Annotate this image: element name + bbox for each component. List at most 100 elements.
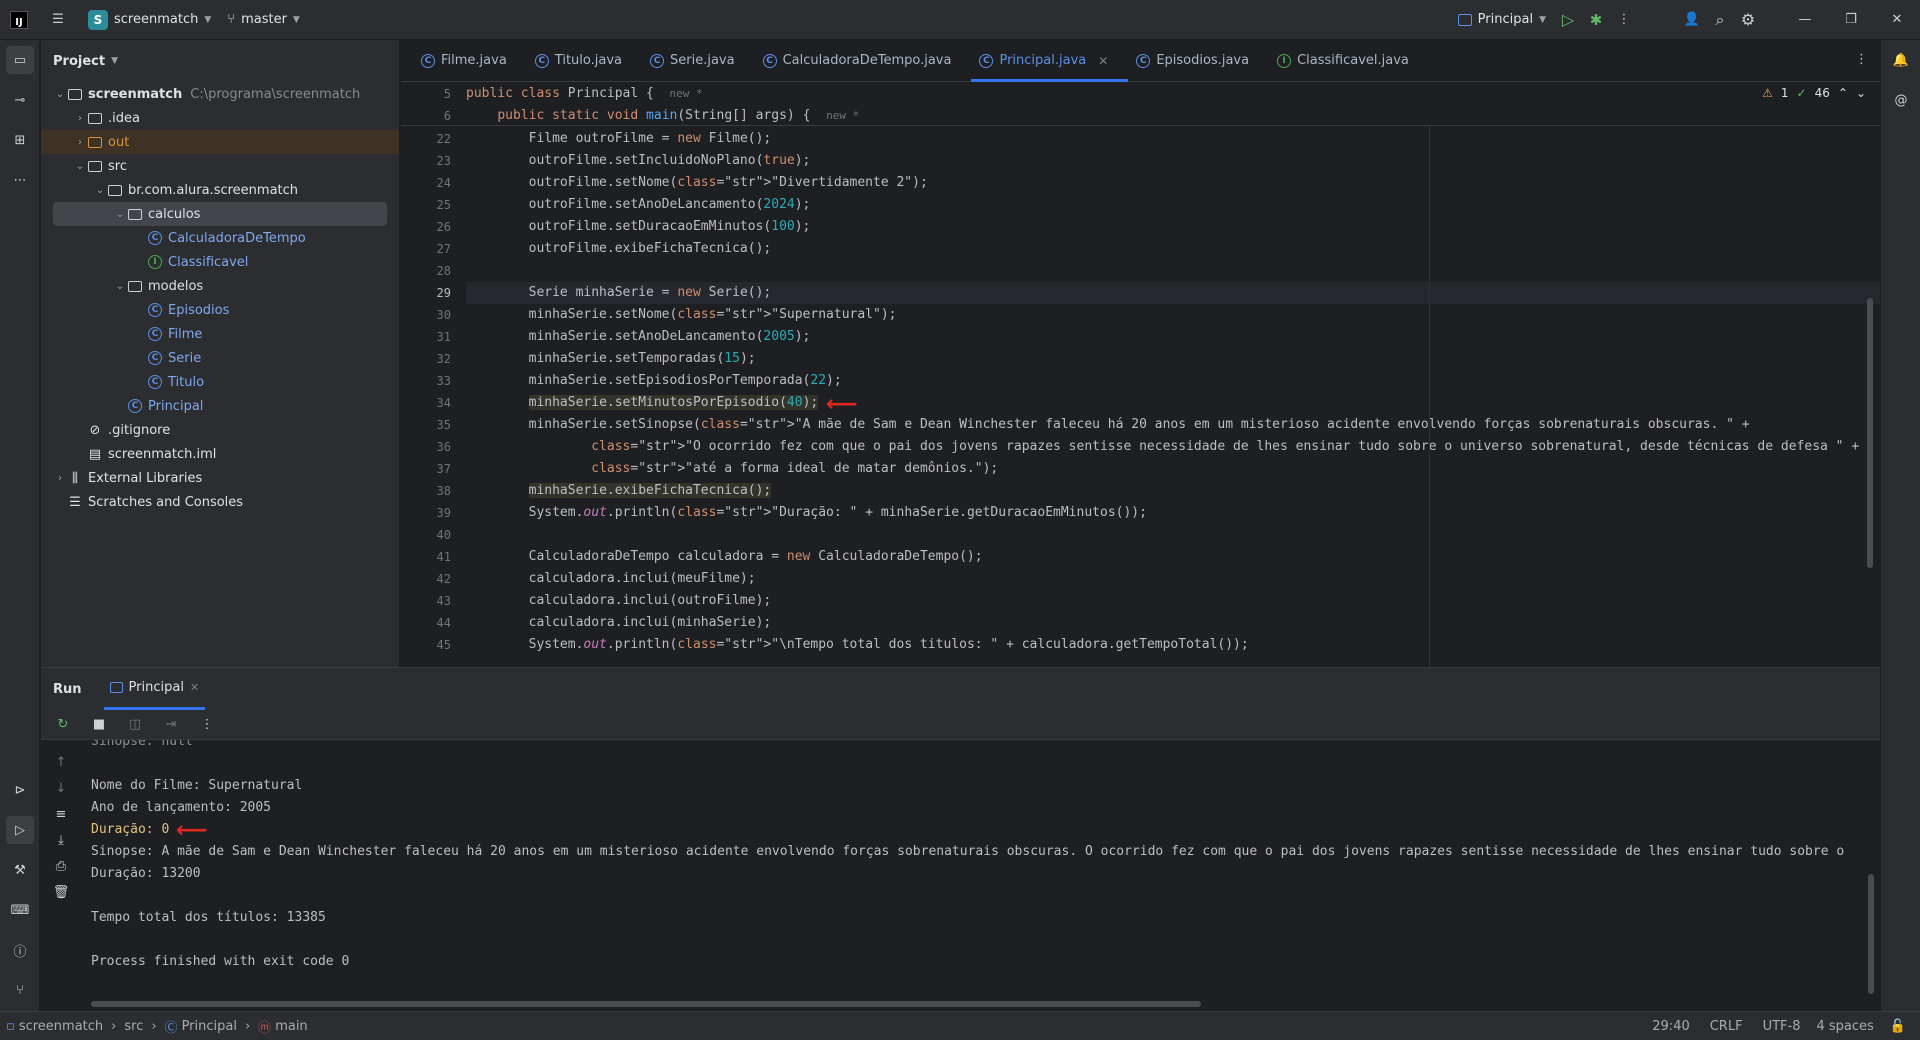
run-config-selector[interactable]: Principal ▼ (1450, 0, 1554, 40)
editor-tab[interactable]: I Classificavel.java (1269, 40, 1429, 81)
code-line[interactable]: outroFilme.setDuracaoEmMinutos(100); (466, 216, 811, 238)
tree-item[interactable]: C Principal (41, 394, 399, 418)
commit-icon[interactable]: ⊸ (6, 86, 34, 114)
code-area[interactable]: 22 Filme outroFilme = new Filme(); 23 out… (401, 126, 1880, 667)
structure-icon[interactable]: ⊞ (6, 126, 34, 154)
code-line[interactable]: minhaSerie.exibeFichaTecnica(); (466, 480, 772, 502)
problems-icon[interactable]: ⓘ (6, 936, 34, 964)
tree-item[interactable]: ⌄ modelos (41, 274, 399, 298)
chevron-down-icon[interactable]: ⌄ (53, 89, 67, 100)
minimize-icon[interactable]: — (1782, 6, 1828, 34)
chevron-down-icon[interactable]: ⌄ (1856, 86, 1866, 100)
editor-scrollbar[interactable] (1867, 298, 1873, 568)
tree-item[interactable]: C CalculadoraDeTempo (41, 226, 399, 250)
more-tools-icon[interactable]: ⋯ (6, 166, 34, 194)
tree-item[interactable]: C Titulo (41, 370, 399, 394)
sticky-line[interactable]: public static void main(String[] args) {… (466, 106, 859, 126)
tabs-more-icon[interactable]: ⋮ (1855, 52, 1868, 67)
stop-icon[interactable]: ■ (85, 711, 113, 739)
code-line[interactable]: System.out.println(class="str">"Duração:… (466, 502, 1147, 524)
breadcrumb-item[interactable]: Ⓒ Principal (165, 1017, 237, 1036)
tree-item[interactable]: ⌄ calculos (53, 202, 387, 226)
code-line[interactable]: outroFilme.setIncluidoNoPlano(true); (466, 150, 811, 172)
more-actions-icon[interactable]: ⋮ (1610, 6, 1638, 34)
project-panel-header[interactable]: Project ▼ (41, 40, 399, 82)
tree-item[interactable]: C Serie (41, 346, 399, 370)
chevron-down-icon[interactable]: ⌄ (113, 281, 127, 292)
line-separator[interactable]: CRLF (1710, 1019, 1743, 1034)
build-icon[interactable]: ⚒ (6, 856, 34, 884)
more-actions-icon[interactable]: ⋮ (193, 711, 221, 739)
editor-tab[interactable]: C Filme.java (413, 40, 527, 81)
restore-layout-icon[interactable]: ⇥ (157, 711, 185, 739)
tree-item[interactable]: › .idea (41, 106, 399, 130)
maximize-icon[interactable]: ❐ (1828, 6, 1874, 34)
tree-item[interactable]: ⌄ src (41, 154, 399, 178)
code-line[interactable]: class="str">"até a forma ideal de matar … (466, 458, 998, 480)
run-tool-icon[interactable]: ▷ (6, 816, 34, 844)
code-line[interactable]: calculadora.inclui(outroFilme); (466, 590, 772, 612)
chevron-down-icon[interactable]: ⌄ (113, 209, 127, 220)
code-line[interactable]: calculadora.inclui(minhaSerie); (466, 612, 772, 634)
inspection-widget[interactable]: ⚠ 1 ✓ 46 ⌃ ⌄ (1762, 86, 1866, 100)
debug-icon[interactable]: ✱ (1582, 6, 1610, 34)
tree-item[interactable]: ⊘ .gitignore (41, 418, 399, 442)
caret-position[interactable]: 29:40 (1652, 1019, 1689, 1034)
editor-tab[interactable]: C Titulo.java (527, 40, 642, 81)
code-line[interactable]: minhaSerie.setEpisodiosPorTemporada(22); (466, 370, 842, 392)
run-icon[interactable]: ▷ (1554, 6, 1582, 34)
code-line[interactable]: outroFilme.exibeFichaTecnica(); (466, 238, 772, 260)
file-encoding[interactable]: UTF-8 (1763, 1019, 1801, 1034)
tree-item[interactable]: C Filme (41, 322, 399, 346)
tree-item[interactable]: › out (41, 130, 399, 154)
console-output[interactable]: Sinopse: null Nome do Filme: Supernatural… (41, 740, 1866, 1002)
chevron-right-icon[interactable]: › (73, 113, 87, 124)
chevron-up-icon[interactable]: ⌃ (1838, 86, 1848, 100)
tree-item[interactable]: ▤ screenmatch.iml (41, 442, 399, 466)
git-icon[interactable]: ⑂ (6, 976, 34, 1004)
run-tab[interactable]: Principal ✕ (103, 668, 206, 710)
indent-setting[interactable]: 4 spaces (1816, 1019, 1873, 1034)
code-line[interactable]: calculadora.inclui(meuFilme); (466, 568, 756, 590)
console-h-scrollbar[interactable] (91, 1001, 1201, 1007)
code-line[interactable]: minhaSerie.setNome(class="str">"Supernat… (466, 304, 897, 326)
tree-item[interactable]: › ⫼ External Libraries (41, 466, 399, 490)
code-line[interactable]: minhaSerie.setTemporadas(15); (466, 348, 756, 370)
terminal-icon[interactable]: ⌨ (6, 896, 34, 924)
notifications-icon[interactable]: 🔔 (1887, 46, 1915, 74)
chevron-down-icon[interactable]: ⌄ (73, 161, 87, 172)
code-line[interactable]: outroFilme.setNome(class="str">"Divertid… (466, 172, 928, 194)
breadcrumb-item[interactable]: src (124, 1019, 143, 1034)
chevron-down-icon[interactable]: ⌄ (93, 185, 107, 196)
code-line[interactable]: minhaSerie.setMinutosPorEpisodio(40); (466, 392, 819, 414)
chevron-right-icon[interactable]: › (53, 473, 67, 484)
editor-tab[interactable]: C Episodios.java (1128, 40, 1269, 81)
services-icon[interactable]: ⊳ (6, 776, 34, 804)
lock-icon[interactable]: 🔓 (1890, 1019, 1906, 1034)
branch-switcher[interactable]: ⑂ master ▼ (219, 0, 308, 40)
code-line[interactable]: CalculadoraDeTempo calculadora = new Cal… (466, 546, 983, 568)
chevron-right-icon[interactable]: › (73, 137, 87, 148)
camera-icon[interactable]: ◫ (121, 711, 149, 739)
code-line[interactable]: minhaSerie.setSinopse(class="str">"A mãe… (466, 414, 1750, 436)
console-v-scrollbar[interactable] (1868, 874, 1874, 994)
editor-tab[interactable]: C CalculadoraDeTempo.java (755, 40, 972, 81)
editor-tab[interactable]: C Principal.java ✕ (971, 40, 1129, 82)
breadcrumb-item[interactable]: ⓜ main (258, 1017, 308, 1036)
close-icon[interactable]: ✕ (190, 681, 199, 694)
add-user-icon[interactable]: 👤 (1678, 6, 1706, 34)
rerun-icon[interactable]: ↻ (49, 711, 77, 739)
code-line[interactable]: System.out.println(class="str">"\nTempo … (466, 634, 1249, 656)
editor-tab[interactable]: C Serie.java (642, 40, 755, 81)
code-line[interactable]: class="str">"O ocorrido fez com que o pa… (466, 436, 1859, 458)
close-icon[interactable]: ✕ (1874, 6, 1920, 34)
gear-icon[interactable]: ⚙ (1734, 6, 1762, 34)
code-line[interactable]: outroFilme.setAnoDeLancamento(2024); (466, 194, 811, 216)
tree-item[interactable]: C Episodios (41, 298, 399, 322)
tree-item[interactable]: ☰ Scratches and Consoles (41, 490, 399, 514)
tree-item[interactable]: I Classificavel (41, 250, 399, 274)
sticky-line[interactable]: public class Principal { new * (466, 84, 703, 104)
project-folder-icon[interactable]: ▭ (6, 46, 34, 74)
main-menu-button[interactable]: ☰ (36, 0, 80, 40)
breadcrumb-item[interactable]: ▫ screenmatch (6, 1019, 103, 1034)
